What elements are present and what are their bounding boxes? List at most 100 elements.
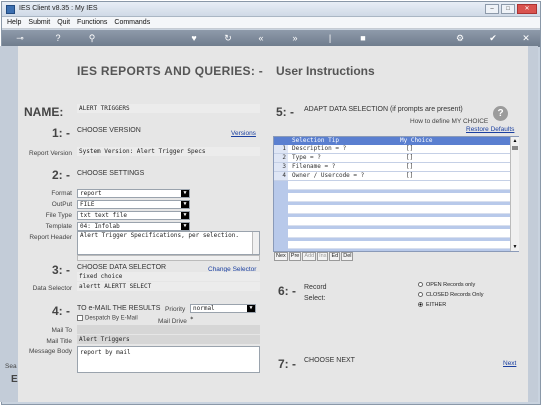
filetype-value: txt text file (80, 212, 127, 219)
scroll-thumb[interactable] (512, 146, 518, 150)
menu-commands[interactable]: Commands (114, 19, 150, 26)
heart-icon[interactable]: ♥ (188, 33, 200, 44)
message-body-field[interactable]: report by mail (77, 346, 260, 373)
left-fragment-1: Sea (5, 363, 17, 370)
scroll-down-icon[interactable]: ▼ (511, 243, 519, 251)
radio-closed-records[interactable]: CLOSED Records Only (418, 292, 483, 298)
name-label: NAME: (24, 105, 64, 119)
data-selector-field[interactable]: alertt ALERTT SELECT (77, 282, 260, 291)
message-body-label: Message Body (29, 348, 72, 355)
mail-title-field[interactable]: Alert Triggers (77, 335, 260, 344)
template-select[interactable]: 04: Infolab ▼ (77, 222, 190, 231)
ok-icon[interactable]: ✔ (487, 33, 499, 44)
format-value: report (80, 190, 102, 197)
menu-functions[interactable]: Functions (77, 19, 107, 26)
table-row[interactable]: 3 Filename = ? [] (274, 163, 510, 172)
insert-row-button[interactable]: Ins (317, 252, 329, 261)
row-choice[interactable]: [] (406, 154, 413, 162)
menu-help[interactable]: Help (7, 19, 21, 26)
mail-drive-value[interactable]: * (190, 316, 194, 323)
step3-number: 3: - (52, 263, 70, 277)
radio-dot[interactable] (418, 292, 423, 298)
separator-icon: | (328, 33, 332, 43)
despatch-checkbox[interactable]: Despatch By E-Mail (77, 315, 138, 322)
prev-row-button[interactable]: Pre (288, 252, 302, 261)
maximize-button[interactable]: □ (501, 4, 515, 14)
output-label: OutPut (51, 201, 72, 208)
refresh-icon[interactable]: ↻ (222, 33, 234, 44)
menu-quit[interactable]: Quit (57, 19, 70, 26)
format-label: Format (51, 190, 72, 197)
report-header-field[interactable]: Alert Trigger Specifications, per select… (77, 231, 260, 255)
settings-icon[interactable]: ⚙ (454, 33, 466, 44)
step4-number: 4: - (52, 304, 70, 318)
priority-select[interactable]: normal ▼ (190, 304, 256, 313)
menu-bar: Help Submit Quit Functions Commands (2, 17, 540, 29)
chevron-down-icon[interactable]: ▼ (181, 201, 189, 208)
step6-number: 6: - (278, 284, 296, 298)
edit-row-button[interactable]: Ed (329, 252, 341, 261)
grid-header: Selection Tip My Choice (274, 137, 510, 145)
col-selection-tip: Selection Tip (292, 137, 339, 144)
radio-dot[interactable] (418, 282, 423, 288)
app-icon (6, 5, 15, 14)
radio-open-records[interactable]: OPEN Records only (418, 282, 475, 288)
grid-scrollbar[interactable]: ▲ ▼ (510, 137, 519, 251)
chevron-down-icon[interactable]: ▼ (181, 190, 189, 197)
row-choice[interactable]: [] (406, 163, 413, 171)
chevron-down-icon[interactable]: ▼ (247, 305, 255, 312)
output-select[interactable]: FILE ▼ (77, 200, 190, 209)
mail-to-field[interactable] (77, 325, 260, 334)
row-choice[interactable]: [] (406, 145, 413, 153)
row-tip: Description = ? (292, 145, 347, 152)
radio-dot-selected[interactable] (418, 302, 423, 308)
menu-submit[interactable]: Submit (28, 19, 50, 26)
forward-icon[interactable]: » (289, 33, 301, 44)
empty-row (288, 229, 510, 238)
key-icon[interactable]: ⊸ (10, 33, 30, 44)
filetype-select[interactable]: txt text file ▼ (77, 211, 190, 220)
chevron-down-icon[interactable]: ▼ (181, 212, 189, 219)
minimize-button[interactable]: – (485, 4, 499, 14)
help-circle-icon[interactable]: ? (493, 106, 508, 121)
cancel-icon[interactable]: ✕ (520, 33, 532, 44)
name-field[interactable]: ALERT TRIGGERS (77, 104, 260, 113)
report-header-label: Report Header (29, 234, 72, 241)
right-panel (528, 46, 538, 402)
next-row-button[interactable]: Nex (274, 252, 288, 261)
table-row[interactable]: 1 Description = ? [] (274, 145, 510, 154)
versions-link[interactable]: Versions (231, 130, 256, 137)
selection-grid: Selection Tip My Choice 1 Description = ?… (273, 136, 519, 252)
restore-defaults-link[interactable]: Restore Defaults (466, 126, 514, 133)
row-num: 2 (274, 154, 288, 162)
add-row-button[interactable]: Add (302, 252, 317, 261)
data-selector-label: Data Selector (32, 285, 72, 292)
priority-value: normal (193, 305, 215, 312)
close-button[interactable]: ✕ (517, 4, 537, 14)
report-header-scrollbar[interactable] (252, 232, 259, 254)
radio-either[interactable]: EITHER (418, 302, 446, 308)
window-title: IES Client v8.35 : My IES (19, 5, 98, 12)
rewind-icon[interactable]: « (255, 33, 267, 44)
table-row[interactable]: 2 Type = ? [] (274, 154, 510, 163)
mail-title-label: Mail Title (46, 338, 72, 345)
help-icon[interactable]: ? (52, 33, 64, 44)
row-num: 4 (274, 172, 288, 180)
chevron-down-icon[interactable]: ▼ (181, 223, 189, 230)
horizontal-scrollbar[interactable] (77, 255, 260, 261)
delete-row-button[interactable]: Del (341, 252, 354, 261)
step2-title: CHOOSE SETTINGS (77, 170, 145, 177)
scroll-up-icon[interactable]: ▲ (511, 137, 519, 145)
step7-number: 7: - (278, 357, 296, 371)
empty-row (288, 181, 510, 190)
report-version-field[interactable]: System Version: Alert Trigger Specs (77, 147, 260, 156)
table-row[interactable]: 4 Owner / Usercode = ? [] (274, 172, 510, 181)
stop-icon[interactable]: ■ (357, 33, 369, 44)
step1-title: CHOOSE VERSION (77, 127, 141, 134)
row-choice[interactable]: [] (406, 172, 413, 180)
grid-buttons: Nex Pre Add Ins Ed Del (274, 252, 354, 261)
next-link[interactable]: Next (503, 360, 516, 367)
format-select[interactable]: report ▼ (77, 189, 190, 198)
checkbox-box[interactable] (77, 315, 83, 321)
search-icon[interactable]: ⚲ (86, 33, 98, 44)
